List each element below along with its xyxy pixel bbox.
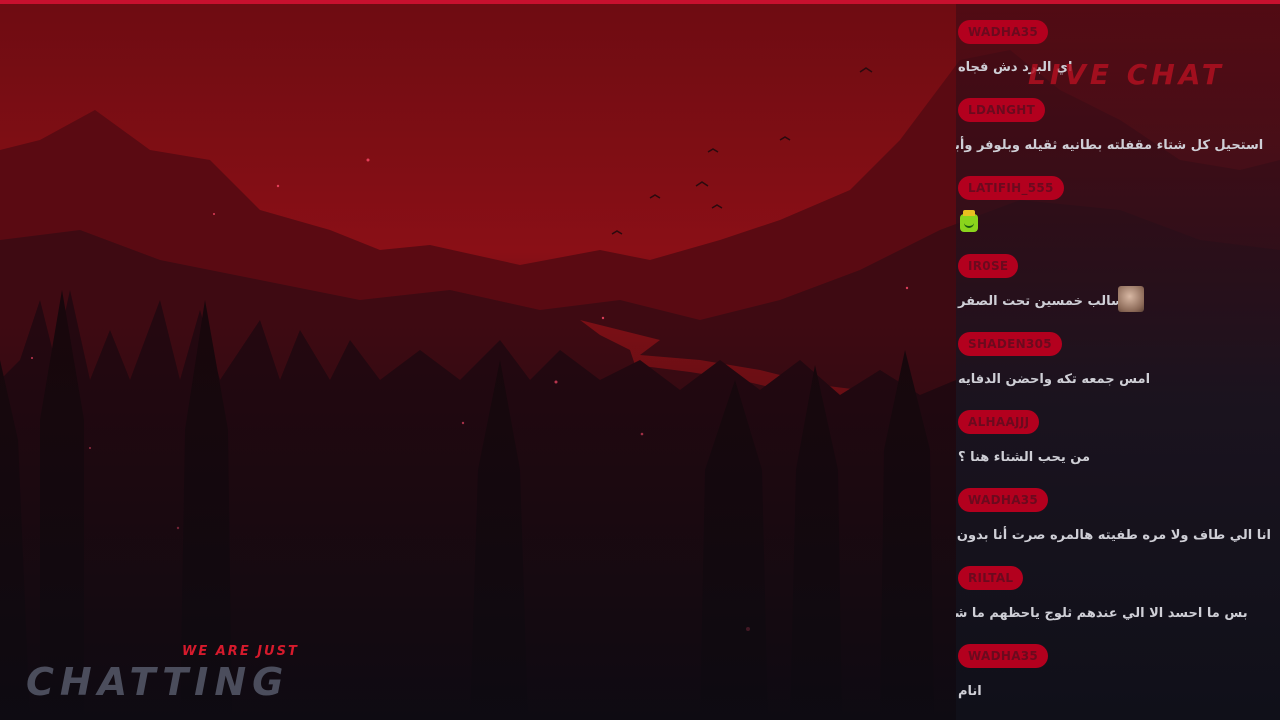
branding-headline: CHATTING [26,660,290,704]
chat-username[interactable]: RILTAL [958,566,1024,590]
chat-message-text: انا الي طاف ولا مره طفيته هالمره صرت أنا… [956,528,1272,543]
chat-username[interactable]: ALHAAJJJ [958,410,1040,434]
chat-username[interactable]: WADHA35 [958,488,1049,512]
chat-message-text: استحيل كل شتاء مقفلته بطانيه ثقيله وبلوف… [956,138,1264,153]
user-avatar-thumbnail-icon [1118,286,1144,312]
chat-message-text: امس جمعه تكه واحضن الدفايه [958,372,1151,387]
chat-message: WADHA35 انا الي طاف ولا مره طفيته هالمره… [956,466,1280,544]
frog-crown-emote-icon [960,210,978,232]
chat-message-text: من يحب الشتاء هنا ؟ [958,450,1091,465]
chat-message: IR0SE سالب خمسين تحت الصفر [956,232,1280,312]
chat-username[interactable]: LATIFIH_555 [958,176,1064,200]
chat-message-text: بس ما احسد الا الي عندهم ثلوج ياحظهم ما … [956,606,1248,621]
live-chat-title: LIVE CHAT [1028,58,1225,91]
chat-username[interactable]: IR0SE [958,254,1019,278]
chat-message: LATIFIH_555 [956,154,1280,232]
chat-message: SHADEN305 امس جمعه تكه واحضن الدفايه [956,310,1280,388]
chat-username[interactable]: LDANGHT [958,98,1046,122]
chat-message: ALHAAJJJ من يحب الشتاء هنا ؟ [956,388,1280,466]
chat-message-text: انام [958,684,982,699]
chat-message: WADHA35 انام [956,622,1280,700]
chat-username[interactable]: WADHA35 [958,644,1049,668]
chat-message-text: سالب خمسين تحت الصفر [958,294,1124,309]
chat-username[interactable]: WADHA35 [958,20,1049,44]
live-chat-panel: LIVE CHAT WADHA35 اي البرد دش فجاه LDANG… [956,0,1280,720]
branding-tagline: WE ARE JUST [182,644,299,659]
chat-message: RILTAL بس ما احسد الا الي عندهم ثلوج ياح… [956,544,1280,622]
chat-username[interactable]: SHADEN305 [958,332,1062,356]
chat-message-list: WADHA35 اي البرد دش فجاه LDANGHT استحيل … [956,0,1280,700]
top-accent-bar [0,0,1280,4]
